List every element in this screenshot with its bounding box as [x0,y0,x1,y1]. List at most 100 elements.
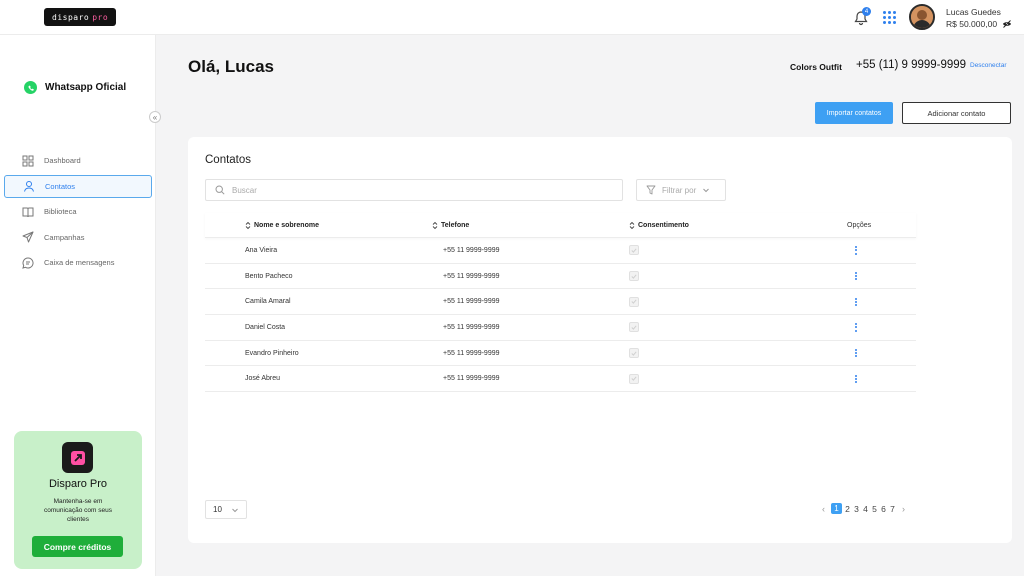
prev-page-icon[interactable]: ‹ [822,504,825,514]
contact-name: Camila Amaral [245,298,291,306]
sort-icon [629,221,635,229]
page-5[interactable]: 5 [871,504,878,514]
page-1[interactable]: 1 [831,503,842,514]
company-name: Colors Outfit [790,62,842,72]
sidebar-item-campanhas[interactable]: Campanhas [4,226,152,249]
apps-grid-icon[interactable] [883,11,897,25]
column-name[interactable]: Nome e sobrenome [205,221,403,230]
consent-checkbox[interactable] [629,271,639,282]
sidebar-item-label: Biblioteca [44,207,77,216]
more-options-icon[interactable] [851,246,861,255]
more-options-icon[interactable] [851,348,861,358]
contacts-title: Contatos [205,154,252,166]
send-icon [22,231,34,243]
promo-title: Disparo Pro [48,478,108,490]
table-header: Nome e sobrenome Telefone Consentimento … [205,213,916,238]
page-title: Olá, Lucas [188,57,274,76]
page-6[interactable]: 6 [880,504,887,514]
collapse-sidebar-icon[interactable]: « [149,111,161,123]
sidebar-item-label: Dashboard [44,156,81,165]
more-options-icon[interactable] [851,297,861,306]
sidebar-nav: Dashboard Contatos Biblioteca Campanhas … [4,149,152,277]
sidebar-item-contatos[interactable]: Contatos [4,174,152,198]
buy-credits-button[interactable]: Compre créditos [32,536,123,557]
table-row[interactable]: Evandro Pinheiro +55 11 9999-9999 [205,341,916,367]
balance-value: R$ 50.000,00 [946,19,998,29]
sidebar-item-label: Campanhas [44,232,85,242]
table-row[interactable]: Camila Amaral +55 11 9999-9999 [205,289,916,316]
contact-name: Ana Vieira [245,246,278,254]
sort-icon [432,221,438,229]
chevron-down-icon [232,508,238,512]
per-page-select[interactable]: 10 [205,500,247,519]
contact-phone: +55 11 9999-9999 [443,349,500,357]
column-phone[interactable]: Telefone [403,221,590,230]
channel-header[interactable]: Whatsapp Oficial [24,81,126,94]
page-3[interactable]: 3 [853,504,860,514]
contact-name: Evandro Pinheiro [245,349,299,357]
promo-card: Disparo Pro Mantenha-se em comunicação c… [14,431,142,569]
sidebar-item-label: Caixa de mensagens [44,258,115,267]
disconnect-link[interactable]: Desconectar [970,62,1007,69]
more-options-icon[interactable] [851,374,861,383]
consent-checkbox[interactable] [629,348,639,359]
disparo-pro-logo-icon [62,442,93,473]
promo-text: Mantenha-se em comunicação com seus clie… [44,498,112,523]
chevron-down-icon [703,188,710,193]
column-consent[interactable]: Consentimento [590,221,809,230]
contacts-card: Contatos Filtrar por Nome e sobrenome Te… [188,137,1012,543]
search-icon [215,185,225,195]
logo-accent: pro [92,12,109,22]
sidebar: Whatsapp Oficial Dashboard Contatos Bibl… [0,35,156,576]
contact-phone: +55 11 9999-9999 [443,272,500,280]
contact-phone: +55 11 9999-9999 [443,246,500,254]
page-7[interactable]: 7 [889,504,896,514]
contact-phone: +55 11 9999-9999 [443,375,500,383]
pagination: ‹ 1 2 3 4 5 6 7 › [818,503,909,514]
filter-icon [646,185,656,195]
channel-label: Whatsapp Oficial [45,82,127,93]
whatsapp-icon [24,81,37,94]
column-options: Opções [847,221,872,229]
consent-checkbox[interactable] [629,245,639,256]
sidebar-item-biblioteca[interactable]: Biblioteca [4,200,152,223]
contacts-table: Nome e sobrenome Telefone Consentimento … [205,213,916,393]
book-icon [22,207,34,217]
search-input[interactable] [232,185,592,195]
next-page-icon[interactable]: › [902,504,905,514]
user-balance: R$ 50.000,00 [946,19,1012,29]
notification-badge: 4 [862,7,871,16]
eye-off-icon[interactable] [1002,20,1012,28]
chat-icon [22,256,34,269]
app-logo[interactable]: disparo pro [44,8,117,26]
add-contact-button[interactable]: Adicionar contato [902,102,1011,124]
table-row[interactable]: Daniel Costa +55 11 9999-9999 [205,315,916,341]
logo-text: disparo [52,12,90,22]
avatar[interactable] [909,4,935,30]
column-label: Telefone [441,221,470,229]
sidebar-item-caixa-de-mensagens[interactable]: Caixa de mensagens [4,251,152,274]
page-4[interactable]: 4 [862,504,869,514]
table-row[interactable]: Ana Vieira +55 11 9999-9999 [205,238,916,264]
filter-dropdown[interactable]: Filtrar por [636,179,726,201]
table-row[interactable]: Bento Pacheco +55 11 9999-9999 [205,264,916,290]
top-bar: disparo pro 4 Lucas Guedes R$ 50.000,00 [0,0,1024,35]
contact-phone: +55 11 9999-9999 [443,298,500,306]
more-options-icon[interactable] [851,271,861,281]
page-2[interactable]: 2 [844,504,851,514]
sidebar-item-dashboard[interactable]: Dashboard [4,149,152,172]
import-contacts-button[interactable]: Importar contatos [815,102,893,124]
more-options-icon[interactable] [851,323,861,332]
column-label: Consentimento [638,221,689,229]
per-page-value: 10 [213,505,222,514]
user-icon [24,181,34,192]
grid-icon [22,155,34,166]
consent-checkbox[interactable] [629,322,639,333]
table-row[interactable]: José Abreu +55 11 9999-9999 [205,366,916,393]
column-label: Nome e sobrenome [254,221,319,229]
contact-phone: +55 11 9999-9999 [443,323,500,331]
contact-name: José Abreu [245,375,281,383]
consent-checkbox[interactable] [629,373,639,384]
consent-checkbox[interactable] [629,296,639,307]
filter-label: Filtrar por [662,185,697,195]
